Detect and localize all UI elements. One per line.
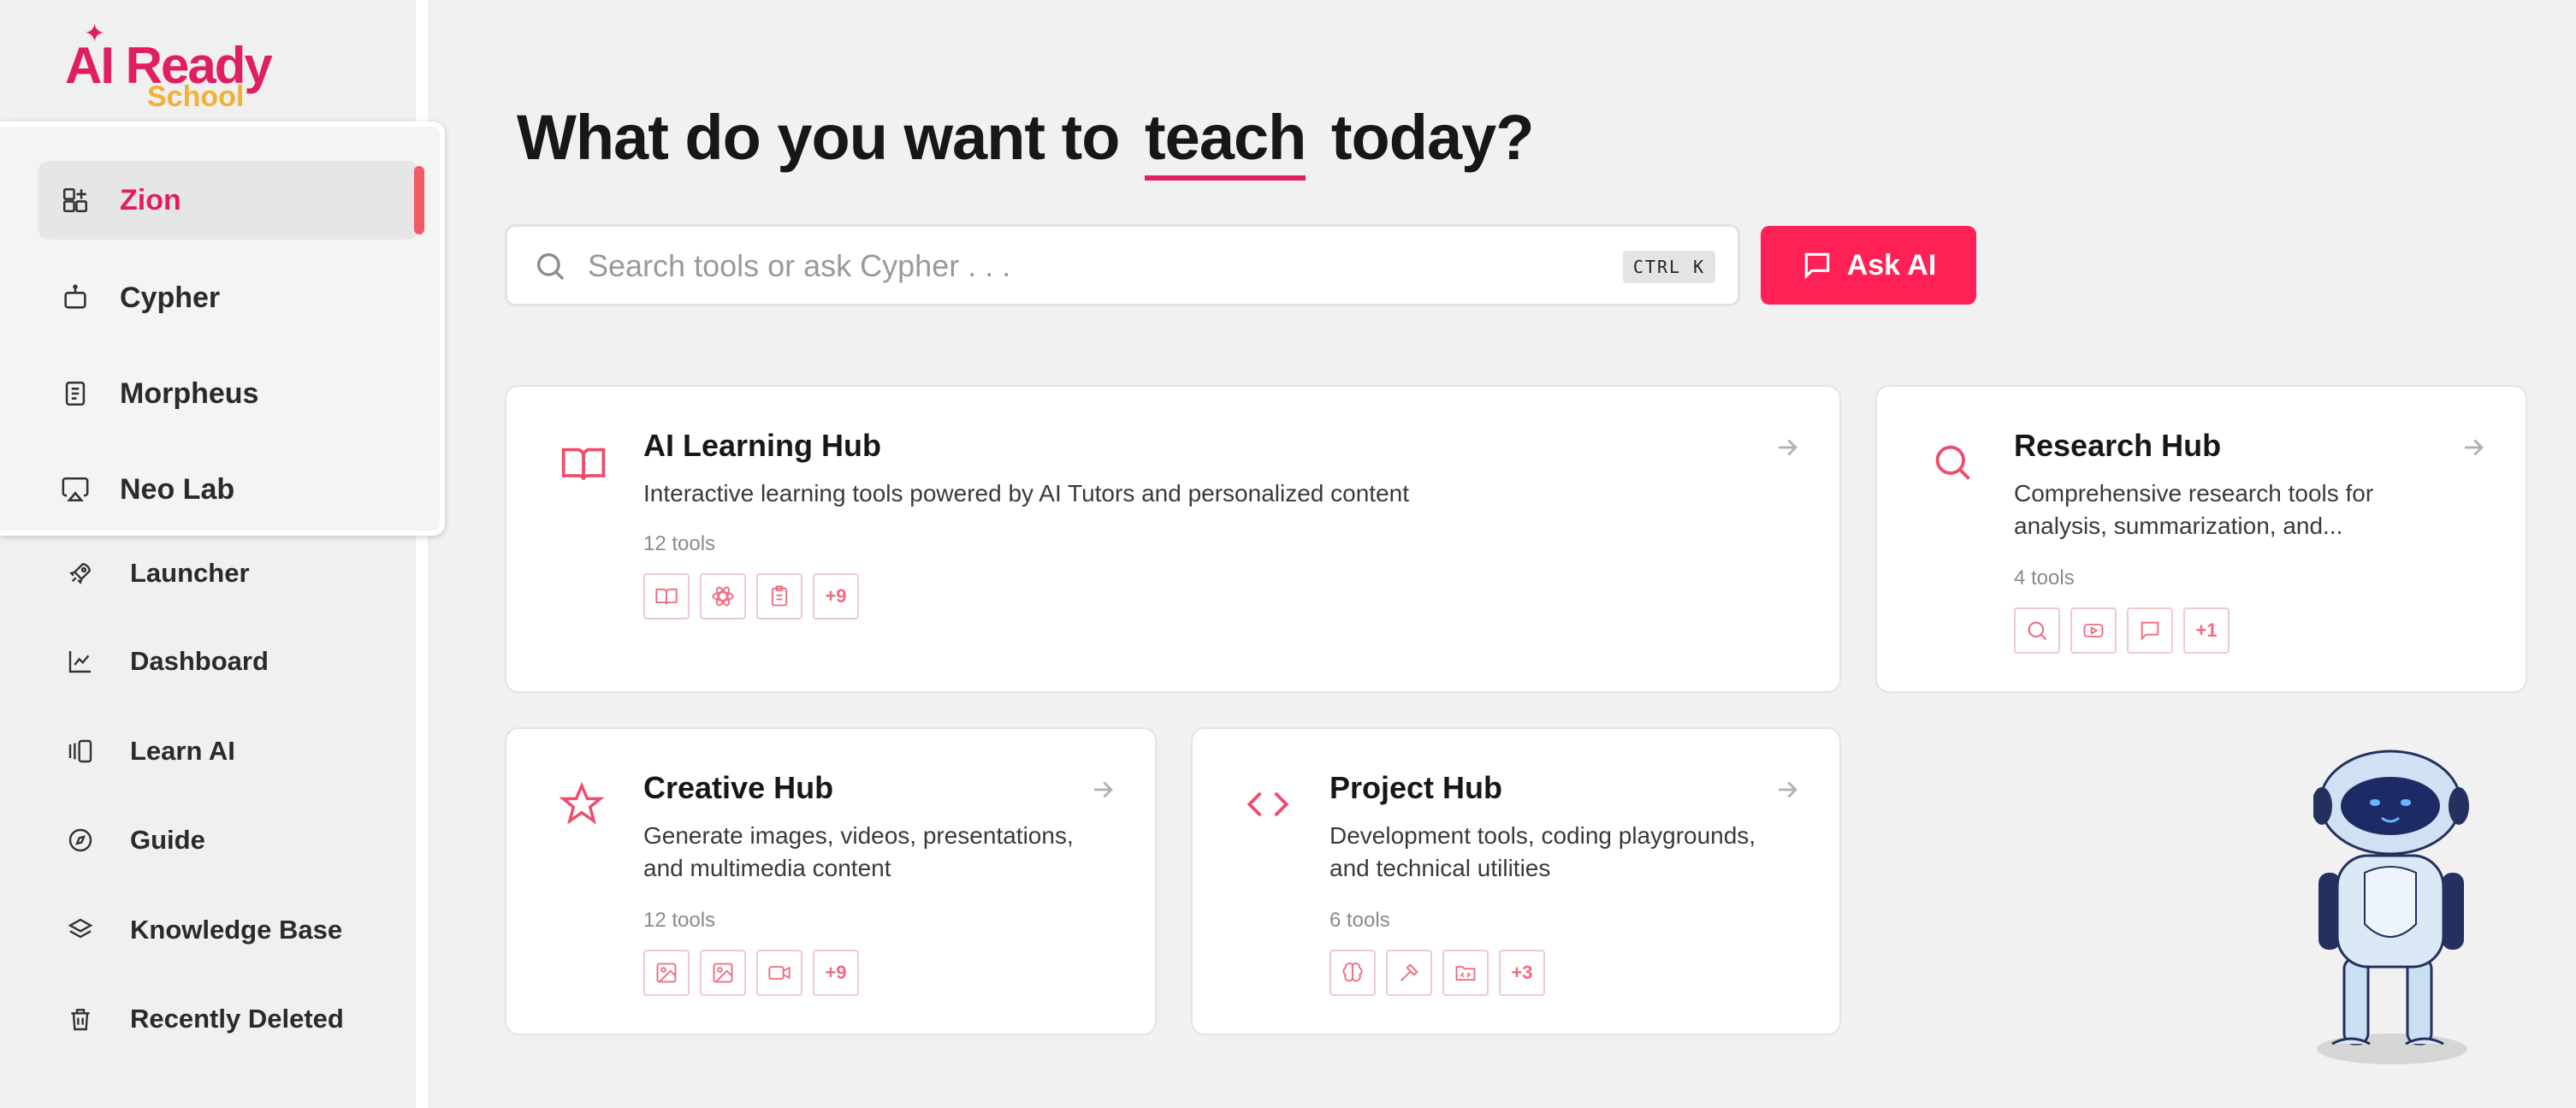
sidebar-item-knowledge-base[interactable]: Knowledge Base xyxy=(63,904,342,956)
popup-item-label: Zion xyxy=(120,183,181,216)
page-title: What do you want to teach today? xyxy=(517,101,1535,181)
tool-count: 4 tools xyxy=(2014,566,2075,590)
more-tools-badge[interactable]: +1 xyxy=(2183,607,2230,654)
hub-card-research[interactable]: Research Hub Comprehensive research tool… xyxy=(1875,385,2527,693)
airplay-icon xyxy=(58,472,92,507)
more-tools-badge[interactable]: +9 xyxy=(813,573,859,619)
video-camera-icon[interactable] xyxy=(756,950,802,996)
hub-description: Development tools, coding playgrounds, xyxy=(1329,822,1756,849)
popup-item-neo-lab[interactable]: Neo Lab xyxy=(38,450,419,529)
arrow-right-icon[interactable] xyxy=(1773,433,1802,466)
tool-count: 6 tools xyxy=(1329,909,1390,932)
folder-code-icon[interactable] xyxy=(1442,950,1489,996)
title-suffix: today? xyxy=(1330,102,1535,173)
sidebar-item-label: Guide xyxy=(130,825,205,855)
sidebar-item-recently-deleted[interactable]: Recently Deleted xyxy=(63,993,344,1045)
gallery-icon xyxy=(63,734,98,768)
hammer-icon[interactable] xyxy=(1386,950,1432,996)
sidebar-item-label: Knowledge Base xyxy=(130,915,343,945)
tool-count: 12 tools xyxy=(643,532,716,555)
more-tools-badge[interactable]: +3 xyxy=(1499,950,1545,996)
hub-description-line2: and technical utilities xyxy=(1329,855,1551,881)
message-icon[interactable] xyxy=(2127,607,2173,654)
hub-description: Interactive learning tools powered by AI… xyxy=(643,480,1409,507)
sidebar-item-label: Learn AI xyxy=(130,736,235,766)
hub-description: Comprehensive research tools for xyxy=(2014,480,2374,507)
sidebar-item-launcher[interactable]: Launcher xyxy=(63,548,250,599)
popup-item-morpheus[interactable]: Morpheus xyxy=(38,354,419,433)
sidebar-item-label: Recently Deleted xyxy=(130,1004,344,1034)
logo[interactable]: ✦ AI Ready School xyxy=(53,19,293,113)
tool-chips: +9 xyxy=(643,573,859,619)
atom-icon[interactable] xyxy=(700,573,746,619)
logo-subname: School xyxy=(147,80,245,113)
sidebar-item-dashboard[interactable]: Dashboard xyxy=(63,636,269,687)
search-bar[interactable]: CTRL K xyxy=(505,224,1740,306)
sidebar-item-learn-ai[interactable]: Learn AI xyxy=(63,726,235,777)
app-switcher-popup: Zion Cypher Morpheus Neo Lab xyxy=(0,121,445,536)
popup-item-label: Morpheus xyxy=(120,376,259,410)
search-input[interactable] xyxy=(588,242,1572,290)
hub-title: Creative Hub xyxy=(643,770,834,805)
hub-card-creative[interactable]: Creative Hub Generate images, videos, pr… xyxy=(505,727,1157,1035)
image-icon[interactable] xyxy=(700,950,746,996)
hub-card-project[interactable]: Project Hub Development tools, coding pl… xyxy=(1191,727,1841,1035)
arrow-right-icon[interactable] xyxy=(2459,433,2488,466)
chat-icon xyxy=(1801,249,1833,281)
image-icon[interactable] xyxy=(643,950,690,996)
code-icon xyxy=(1246,782,1294,830)
more-tools-badge[interactable]: +9 xyxy=(813,950,859,996)
clipboard-icon[interactable] xyxy=(756,573,802,619)
hub-title: AI Learning Hub xyxy=(643,428,881,463)
tool-chips: +9 xyxy=(643,950,859,996)
rocket-icon xyxy=(63,556,98,590)
popup-item-cypher[interactable]: Cypher xyxy=(38,258,419,337)
brain-icon[interactable] xyxy=(1329,950,1376,996)
robot-mascot xyxy=(2312,744,2493,1069)
robot-icon xyxy=(58,281,92,315)
hub-title: Project Hub xyxy=(1329,770,1503,805)
tool-count: 12 tools xyxy=(643,909,716,932)
arrow-right-icon[interactable] xyxy=(1773,775,1802,809)
hub-description-line2: analysis, summarization, and... xyxy=(2014,513,2343,539)
layers-icon xyxy=(63,913,98,947)
sidebar-item-guide[interactable]: Guide xyxy=(63,815,205,866)
chart-line-icon xyxy=(63,644,98,678)
trash-icon xyxy=(63,1002,98,1036)
arrow-right-icon[interactable] xyxy=(1088,775,1117,809)
hub-card-ai-learning[interactable]: AI Learning Hub Interactive learning too… xyxy=(505,385,1841,693)
ask-ai-label: Ask AI xyxy=(1846,248,1937,281)
popup-item-zion[interactable]: Zion xyxy=(38,161,424,240)
title-prefix: What do you want to xyxy=(517,102,1120,173)
video-icon[interactable] xyxy=(2070,607,2117,654)
active-indicator xyxy=(414,166,424,234)
book-open-icon xyxy=(560,440,607,488)
popup-item-label: Cypher xyxy=(120,281,221,314)
book-icon[interactable] xyxy=(643,573,690,619)
book-icon xyxy=(58,376,92,411)
search-icon xyxy=(533,249,567,287)
sidebar-item-label: Launcher xyxy=(130,558,250,588)
ask-ai-button[interactable]: Ask AI xyxy=(1761,226,1976,305)
search-icon xyxy=(1930,440,1978,488)
tool-chips: +1 xyxy=(2014,607,2230,654)
hub-description: Generate images, videos, presentations, xyxy=(643,822,1074,849)
sidebar-item-label: Dashboard xyxy=(130,646,269,676)
keyboard-shortcut-badge: CTRL K xyxy=(1623,251,1715,283)
star-icon xyxy=(559,781,607,830)
search-icon[interactable] xyxy=(2014,607,2060,654)
compass-icon xyxy=(63,823,98,857)
grid-plus-icon xyxy=(58,183,92,217)
hub-description-line2: and multimedia content xyxy=(643,855,891,881)
popup-item-label: Neo Lab xyxy=(120,472,235,506)
hub-title: Research Hub xyxy=(2014,428,2222,463)
tool-chips: +3 xyxy=(1329,950,1545,996)
title-highlight[interactable]: teach xyxy=(1145,101,1306,181)
